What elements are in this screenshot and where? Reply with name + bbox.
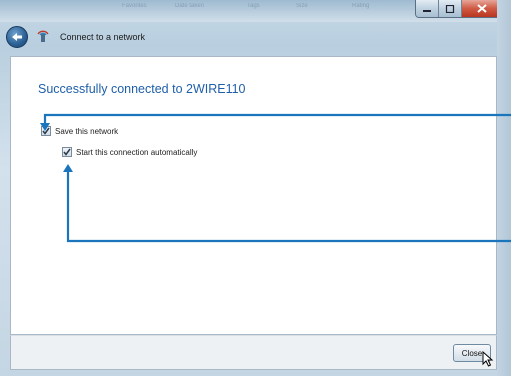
connection-status-heading: Successfully connected to 2WIRE110 xyxy=(38,82,246,96)
auto-start-label: Start this connection automatically xyxy=(76,147,198,157)
save-network-label: Save this network xyxy=(55,126,119,136)
close-icon xyxy=(477,4,487,13)
window-title: Connect to a network xyxy=(60,32,146,42)
navigation-bar: Connect to a network xyxy=(6,22,496,52)
maximize-icon xyxy=(445,4,455,13)
back-button[interactable] xyxy=(6,26,28,48)
mouse-cursor-icon xyxy=(482,351,494,367)
maximize-button[interactable] xyxy=(439,0,462,17)
dialog-footer: Close xyxy=(10,335,497,370)
save-network-option[interactable]: Save this network xyxy=(41,126,118,136)
ghost-tab: Tags xyxy=(247,3,260,9)
minimize-icon xyxy=(423,9,431,12)
checkmark-icon xyxy=(63,148,71,156)
back-arrow-icon xyxy=(12,33,22,41)
save-network-checkbox[interactable] xyxy=(41,126,51,136)
ghost-tab: Date taken xyxy=(175,3,205,9)
network-icon xyxy=(37,30,49,42)
ghost-tab: Rating xyxy=(352,3,370,9)
ghost-tab: Size xyxy=(296,3,308,9)
close-window-button[interactable] xyxy=(462,0,502,17)
window-controls xyxy=(415,0,503,18)
auto-start-option[interactable]: Start this connection automatically xyxy=(62,147,197,157)
auto-start-checkbox[interactable] xyxy=(62,147,72,157)
content-panel: Successfully connected to 2WIRE110 Save … xyxy=(10,56,497,335)
ghost-tab: Favorites xyxy=(122,3,147,9)
checkmark-icon xyxy=(42,127,50,135)
minimize-button[interactable] xyxy=(416,0,439,17)
window-right-border xyxy=(497,0,511,376)
